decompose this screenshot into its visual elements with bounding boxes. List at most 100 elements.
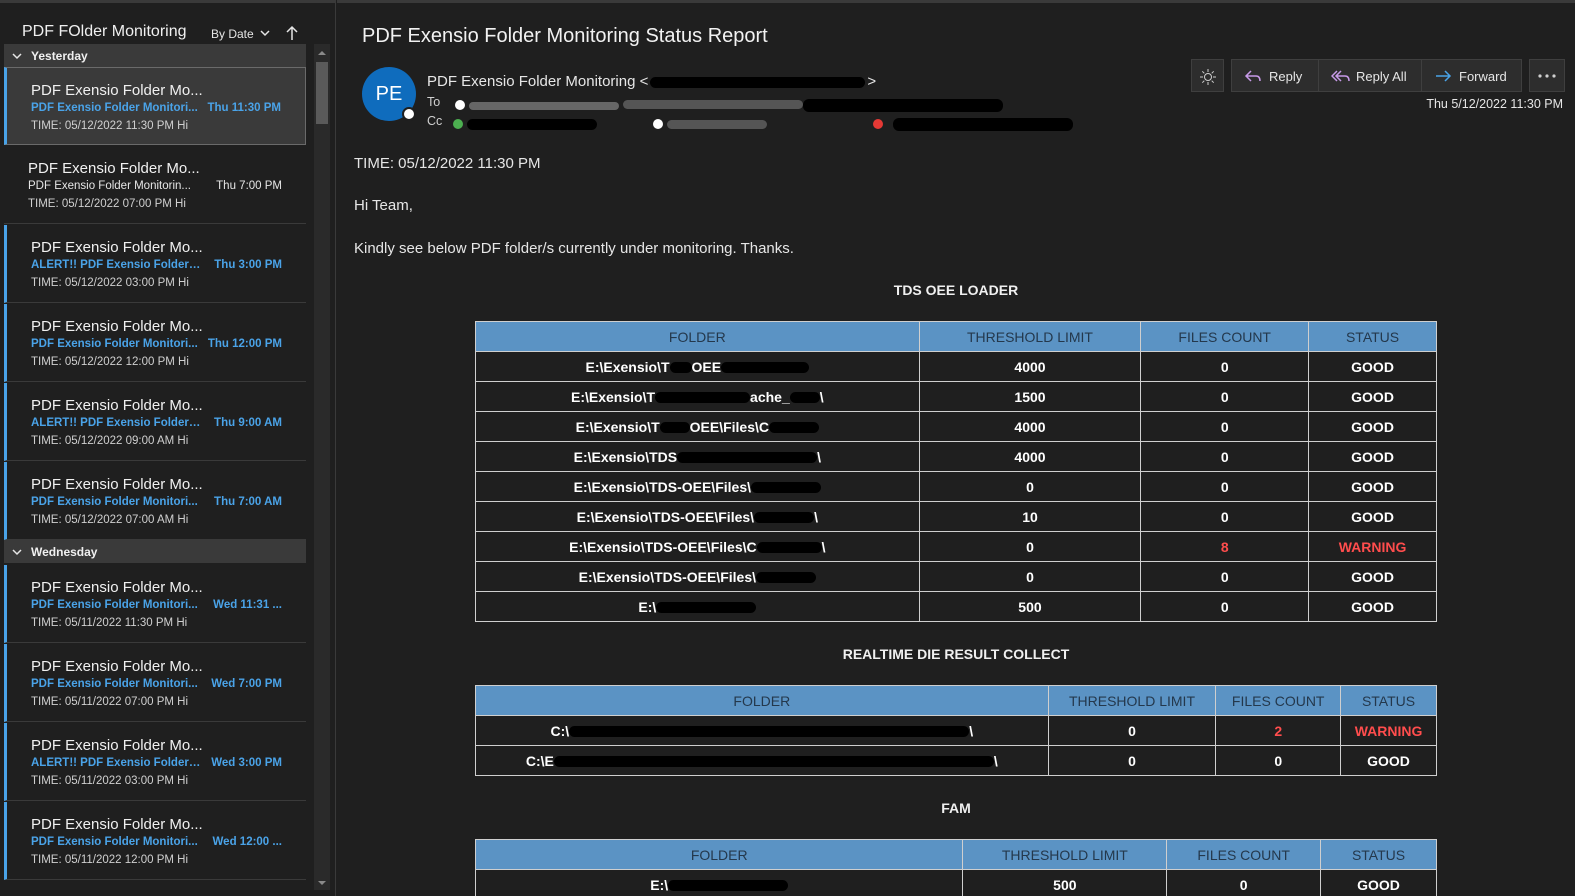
section-title-realtime-die-result: REALTIME DIE RESULT COLLECT xyxy=(842,646,1070,662)
sort-by-date-button[interactable]: By Date xyxy=(211,27,254,41)
status-cell-warning: WARNING xyxy=(1308,531,1437,562)
scroll-up-arrow-icon[interactable] xyxy=(317,48,327,58)
folder-path: E:\Exensio\TDS-OEE\Files\ xyxy=(576,508,755,525)
col-threshold: THRESHOLD LIMIT xyxy=(962,839,1168,870)
group-header-wednesday[interactable]: Wednesday xyxy=(4,540,306,563)
reply-all-icon xyxy=(1331,70,1350,82)
folder-path: E:\Exensio\TDS-OEE\Files\C xyxy=(569,538,757,555)
folder-cell: E:\Exensio\TDS-OEE\Files\C \ xyxy=(475,531,920,562)
message-sender: PDF Exensio Folder Mo... xyxy=(31,816,203,833)
folder-cell: E:\Exensio\T OEE xyxy=(475,351,920,382)
redacted-path xyxy=(789,392,820,404)
table-row: E:\Exensio\T OEE\Files\C 4000 0 GOOD xyxy=(475,411,1437,442)
list-item[interactable]: PDF Exensio Folder Mo... PDF Exensio Fol… xyxy=(4,67,306,145)
cc-label: Cc xyxy=(427,114,443,128)
message-time: Thu 12:00 PM xyxy=(207,338,282,350)
list-item[interactable]: PDF Exensio Folder Mo... PDF Exensio Fol… xyxy=(4,462,306,540)
status-cell: GOOD xyxy=(1320,869,1437,896)
folder-path: E:\Exensio\T xyxy=(571,388,656,405)
col-files-count: FILES COUNT xyxy=(1166,839,1322,870)
folder-cell: E:\Exensio\T ache_ \ xyxy=(475,381,920,412)
folder-path-tail: OEE\Files\C xyxy=(689,418,769,435)
redacted-recipient xyxy=(467,119,597,130)
message-preview: TIME: 05/11/2022 03:00 PM Hi xyxy=(31,775,189,787)
list-item[interactable]: PDF Exensio Folder Mo... ALERT!! PDF Exe… xyxy=(4,225,306,303)
message-sender: PDF Exensio Folder Mo... xyxy=(31,82,203,99)
count-cell: 0 xyxy=(1140,381,1310,412)
message-list-header: PDF FOlder Monitoring By Date xyxy=(0,0,336,44)
folder-path: C:\E xyxy=(525,752,554,769)
threshold-cell: 4000 xyxy=(918,351,1142,382)
col-files-count: FILES COUNT xyxy=(1140,321,1310,352)
sender-name: PDF Exensio Folder Monitoring < xyxy=(427,73,649,90)
count-cell: 0 xyxy=(1166,869,1322,896)
redacted-path xyxy=(655,392,751,404)
group-header-yesterday[interactable]: Yesterday xyxy=(4,44,306,67)
redacted-path xyxy=(669,362,692,374)
col-status: STATUS xyxy=(1320,839,1437,870)
folder-path: E:\Exensio\TDS-OEE\Files\ xyxy=(578,568,756,585)
list-item[interactable]: PDF Exensio Folder Mo... ALERT!! PDF Exe… xyxy=(4,383,306,461)
scroll-down-arrow-icon[interactable] xyxy=(317,878,327,888)
threshold-cell: 10 xyxy=(918,501,1142,532)
list-item[interactable]: PDF Exensio Folder Mo... PDF Exensio Fol… xyxy=(4,304,306,382)
sender-line[interactable]: PDF Exensio Folder Monitoring < > xyxy=(427,73,876,90)
status-cell-warning: WARNING xyxy=(1340,715,1437,746)
table-row: E:\Exensio\TDS-OEE\Files\ \ 10 0 GOOD xyxy=(475,501,1437,532)
redacted-path xyxy=(721,362,810,374)
list-item[interactable]: PDF Exensio Folder Mo... ALERT!! PDF Exe… xyxy=(4,723,306,801)
forward-button[interactable]: Forward xyxy=(1421,59,1522,92)
message-preview: TIME: 05/12/2022 03:00 PM Hi xyxy=(31,277,189,289)
redacted-recipient xyxy=(667,120,767,129)
body-greeting: Hi Team, xyxy=(354,197,413,214)
count-cell: 0 xyxy=(1140,561,1310,592)
message-preview: TIME: 05/12/2022 07:00 AM Hi xyxy=(31,514,189,526)
folder-path-tail: ache_ xyxy=(750,388,790,405)
message-subject: PDF Exensio Folder Monitori... xyxy=(31,836,198,848)
table-row: E:\Exensio\TDS-OEE\Files\C \ 0 8 WARNING xyxy=(475,531,1437,562)
table-row: E:\ 500 0 GOOD xyxy=(475,591,1437,622)
message-preview: TIME: 05/12/2022 11:30 PM Hi xyxy=(31,120,189,132)
reply-all-label: Reply All xyxy=(1356,69,1407,84)
list-item[interactable]: PDF Exensio Folder Mo... PDF Exensio Fol… xyxy=(4,802,306,880)
message-subject: PDF Exensio Folder Monitori... xyxy=(31,338,198,350)
message-list-scrollbar[interactable] xyxy=(314,44,330,890)
folder-path-tail: OEE xyxy=(691,358,722,375)
redacted-path xyxy=(756,572,816,584)
table-row: C:\E \ 0 0 GOOD xyxy=(475,745,1437,776)
table-header-row: FOLDER THRESHOLD LIMIT FILES COUNT STATU… xyxy=(474,839,1437,870)
more-actions-button[interactable] xyxy=(1529,59,1565,92)
col-status: STATUS xyxy=(1308,321,1437,352)
reply-button[interactable]: Reply xyxy=(1231,59,1319,92)
list-item[interactable]: PDF Exensio Folder Mo... PDF Exensio Fol… xyxy=(4,565,306,643)
chevron-down-icon[interactable] xyxy=(259,27,271,39)
folder-path-end: \ xyxy=(993,752,998,769)
list-item[interactable]: PDF Exensio Folder Mo... PDF Exensio Fol… xyxy=(4,146,306,224)
reply-icon xyxy=(1244,70,1261,82)
message-time: Wed 3:00 PM xyxy=(211,757,282,769)
count-cell: 0 xyxy=(1140,441,1310,472)
message-sender: PDF Exensio Folder Mo... xyxy=(31,658,203,675)
scrollbar-thumb[interactable] xyxy=(316,62,328,124)
to-recipients[interactable] xyxy=(453,97,1013,113)
immersive-reader-button[interactable] xyxy=(1191,59,1224,92)
redacted-path xyxy=(769,422,819,434)
threshold-cell: 1500 xyxy=(918,381,1142,412)
redacted-recipient xyxy=(623,100,803,109)
cc-recipients[interactable] xyxy=(453,116,1073,132)
forward-icon xyxy=(1436,70,1452,82)
collapse-chevron-icon[interactable] xyxy=(11,50,23,62)
folder-cell: E:\ xyxy=(475,591,920,622)
status-cell: GOOD xyxy=(1308,411,1437,442)
sort-direction-arrow-icon[interactable] xyxy=(285,25,299,41)
count-cell: 0 xyxy=(1140,471,1310,502)
reply-all-button[interactable]: Reply All xyxy=(1318,59,1422,92)
presence-dot-busy xyxy=(873,119,883,129)
collapse-chevron-icon[interactable] xyxy=(11,546,23,558)
count-cell-warning: 2 xyxy=(1215,715,1342,746)
message-time: Thu 3:00 PM xyxy=(214,259,282,271)
count-cell: 0 xyxy=(1140,501,1310,532)
message-sender: PDF Exensio Folder Mo... xyxy=(31,737,203,754)
list-item[interactable]: PDF Exensio Folder Mo... PDF Exensio Fol… xyxy=(4,644,306,722)
message-time: Thu 11:30 PM xyxy=(207,102,282,114)
